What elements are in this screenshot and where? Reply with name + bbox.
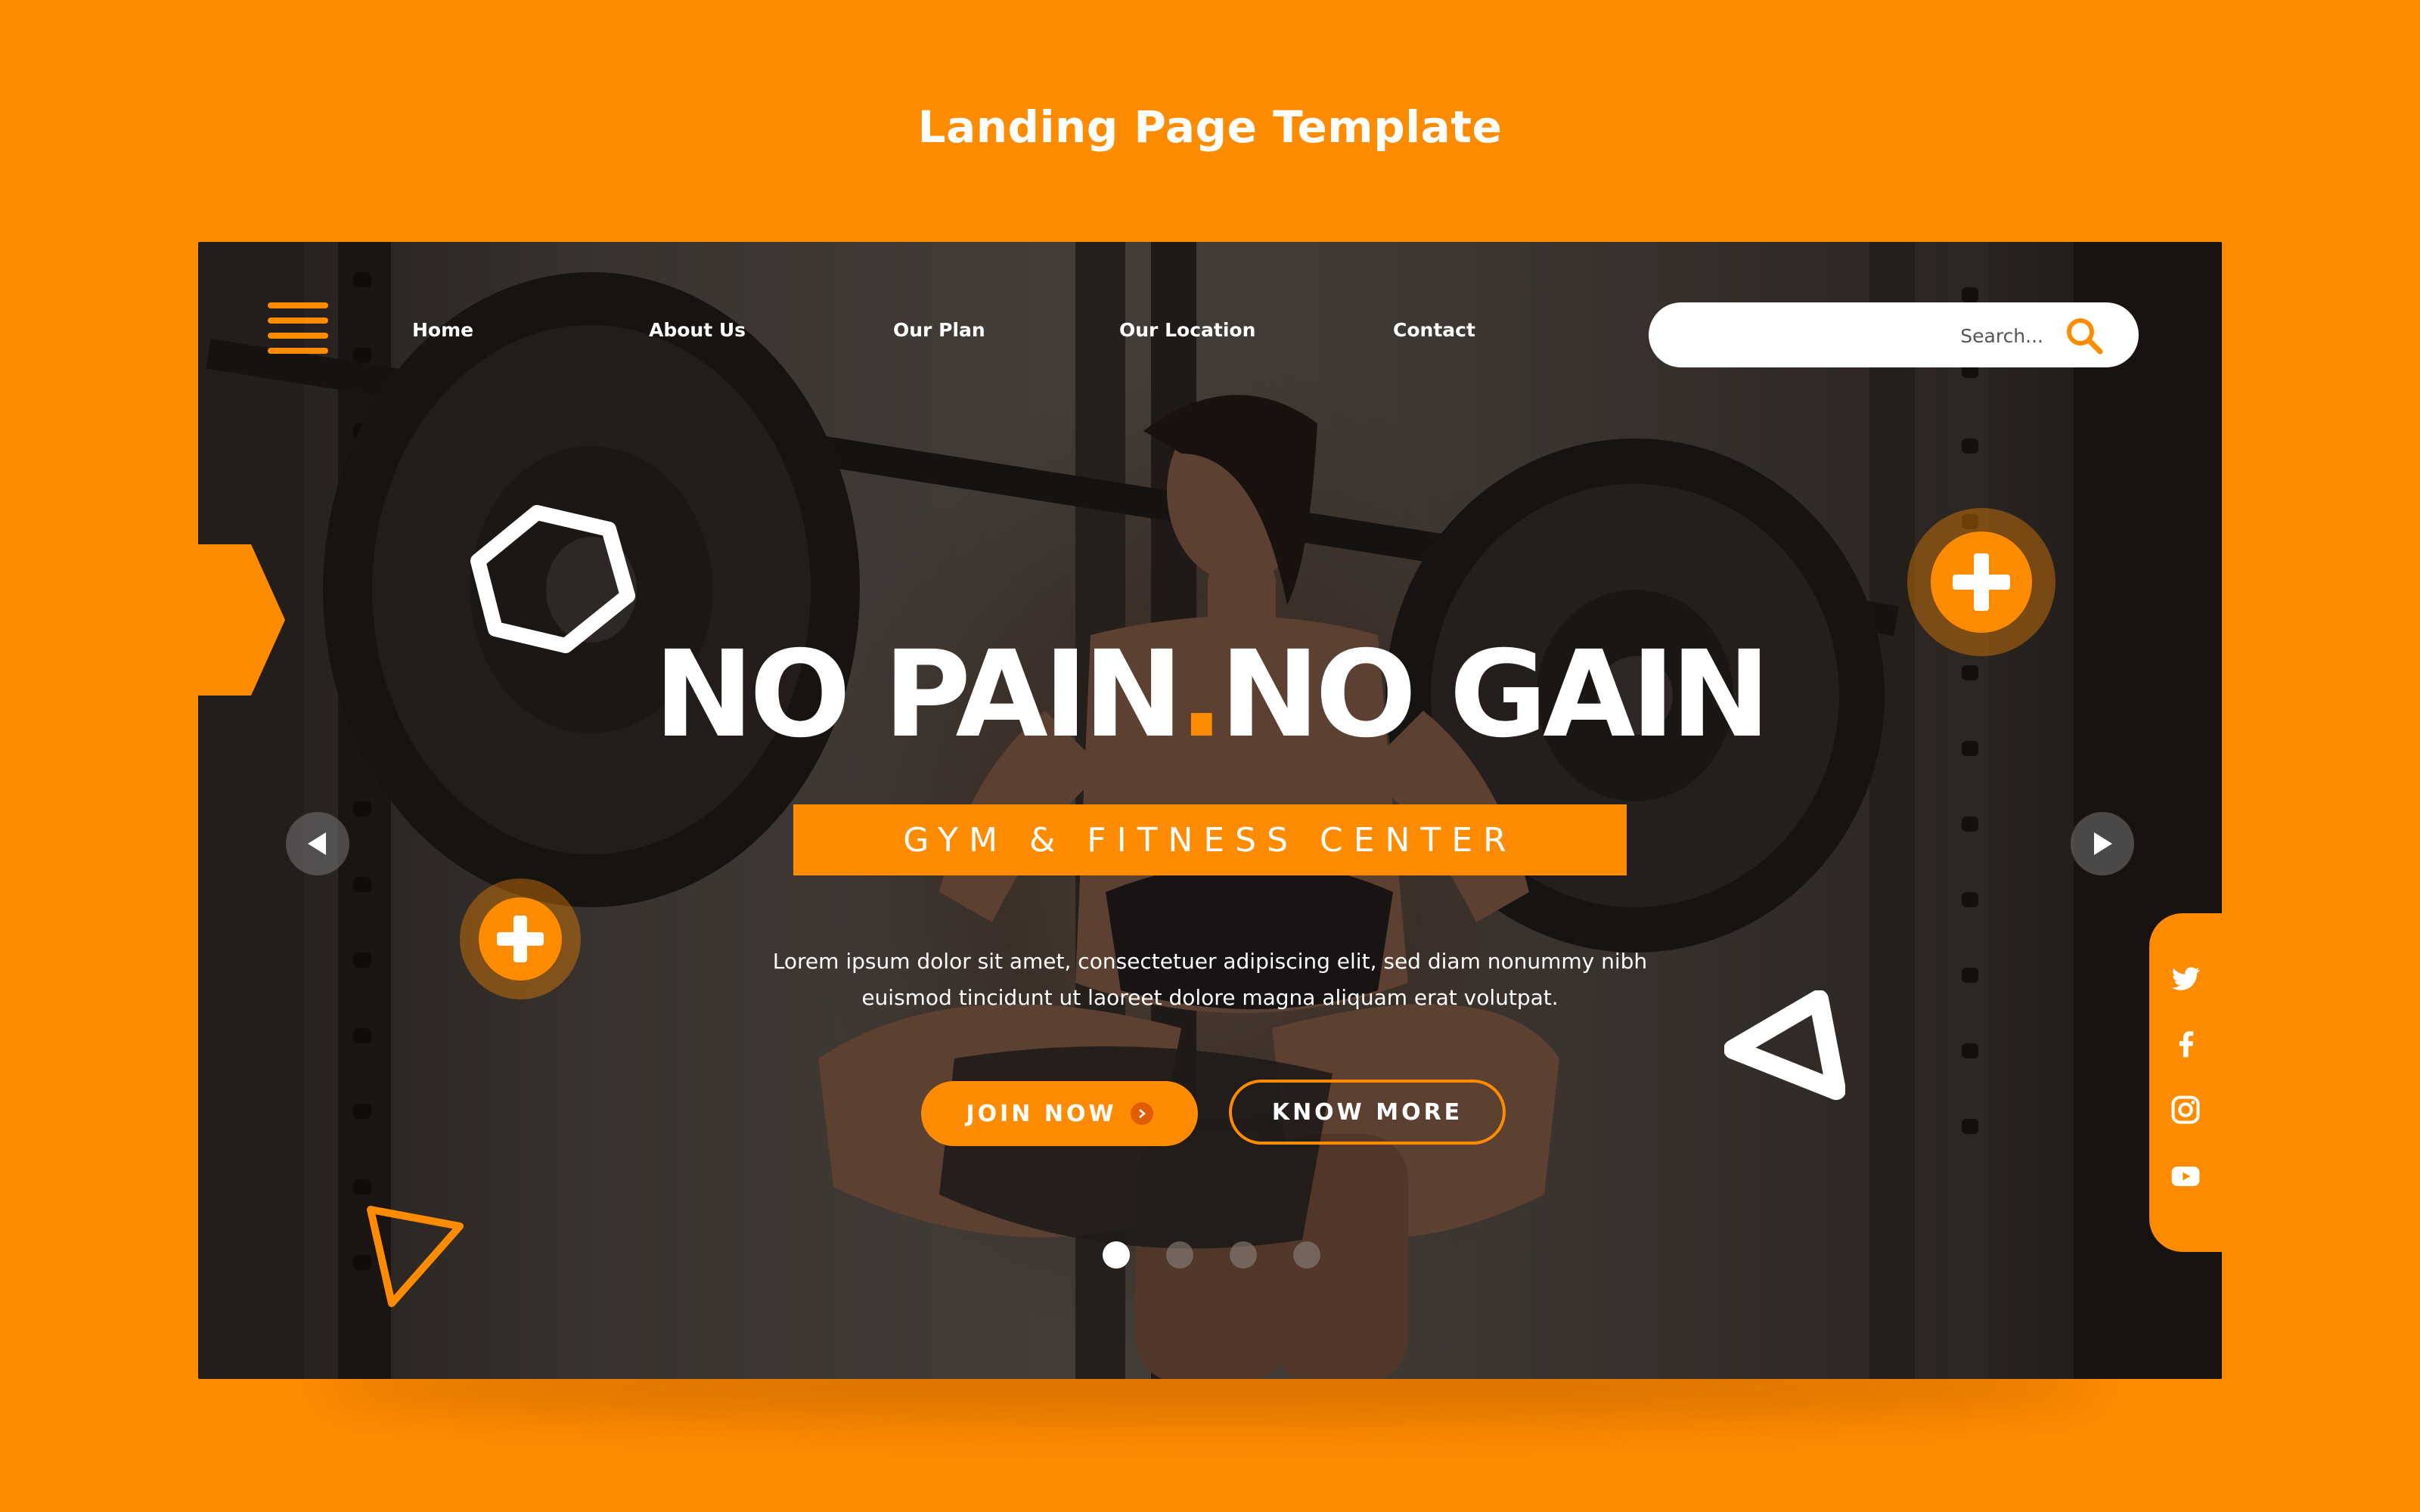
headline-dot: .	[1178, 625, 1224, 764]
facebook-icon[interactable]	[2169, 1027, 2202, 1060]
hero-description: Lorem ipsum dolor sit amet, consectetuer…	[728, 943, 1692, 1016]
slide-dot-4[interactable]	[1293, 1241, 1320, 1269]
plus-icon	[1953, 553, 2010, 611]
hero-subtitle: GYM & FITNESS CENTER	[903, 820, 1517, 860]
know-more-button[interactable]: KNOW MORE	[1229, 1080, 1506, 1145]
slide-dot-1[interactable]	[1103, 1241, 1130, 1269]
join-now-button[interactable]: JOIN NOW	[921, 1081, 1198, 1146]
nav-link-home[interactable]: Home	[412, 319, 473, 341]
nav-link-contact[interactable]: Contact	[1393, 319, 1475, 341]
slide-pagination	[1103, 1240, 1320, 1270]
search-box	[1649, 302, 2139, 367]
description-line-2: euismod tincidunt ut laoreet dolore magn…	[861, 985, 1559, 1010]
search-input[interactable]	[1671, 316, 2045, 355]
arrow-right-icon	[2094, 832, 2112, 855]
nav-link-about-us[interactable]: About Us	[649, 319, 746, 341]
twitter-icon[interactable]	[2169, 962, 2202, 995]
search-icon[interactable]	[2065, 316, 2104, 355]
page-title: Landing Page Template	[917, 101, 1503, 153]
arrow-left-icon	[308, 832, 326, 855]
join-now-label: JOIN NOW	[966, 1100, 1117, 1127]
triangle-outline-white-icon	[1724, 990, 1845, 1100]
youtube-icon[interactable]	[2169, 1160, 2202, 1193]
slide-dot-2[interactable]	[1166, 1241, 1193, 1269]
headline-part2: NO GAIN	[1219, 625, 1771, 764]
social-links-tab	[2149, 913, 2222, 1252]
hero-headline: NO PAIN.NO GAIN	[198, 635, 2222, 754]
plus-circle-top-right	[1907, 508, 2055, 656]
chevron-right-icon	[1130, 1102, 1153, 1125]
slide-dot-3[interactable]	[1230, 1241, 1257, 1269]
instagram-icon[interactable]	[2169, 1093, 2202, 1126]
hero-section: Home About Us Our Plan Our Location Cont…	[198, 242, 2222, 1379]
plus-icon	[497, 916, 544, 962]
headline-part1: NO PAIN	[653, 625, 1184, 764]
nav-link-our-location[interactable]: Our Location	[1119, 319, 1255, 341]
next-slide-button[interactable]	[2071, 812, 2134, 875]
description-line-1: Lorem ipsum dolor sit amet, consectetuer…	[772, 949, 1648, 974]
triangle-outline-orange-icon	[367, 1206, 464, 1307]
subtitle-bar: GYM & FITNESS CENTER	[793, 804, 1627, 875]
plus-circle-left	[460, 878, 581, 999]
nav-link-our-plan[interactable]: Our Plan	[893, 319, 985, 341]
prev-slide-button[interactable]	[286, 812, 349, 875]
